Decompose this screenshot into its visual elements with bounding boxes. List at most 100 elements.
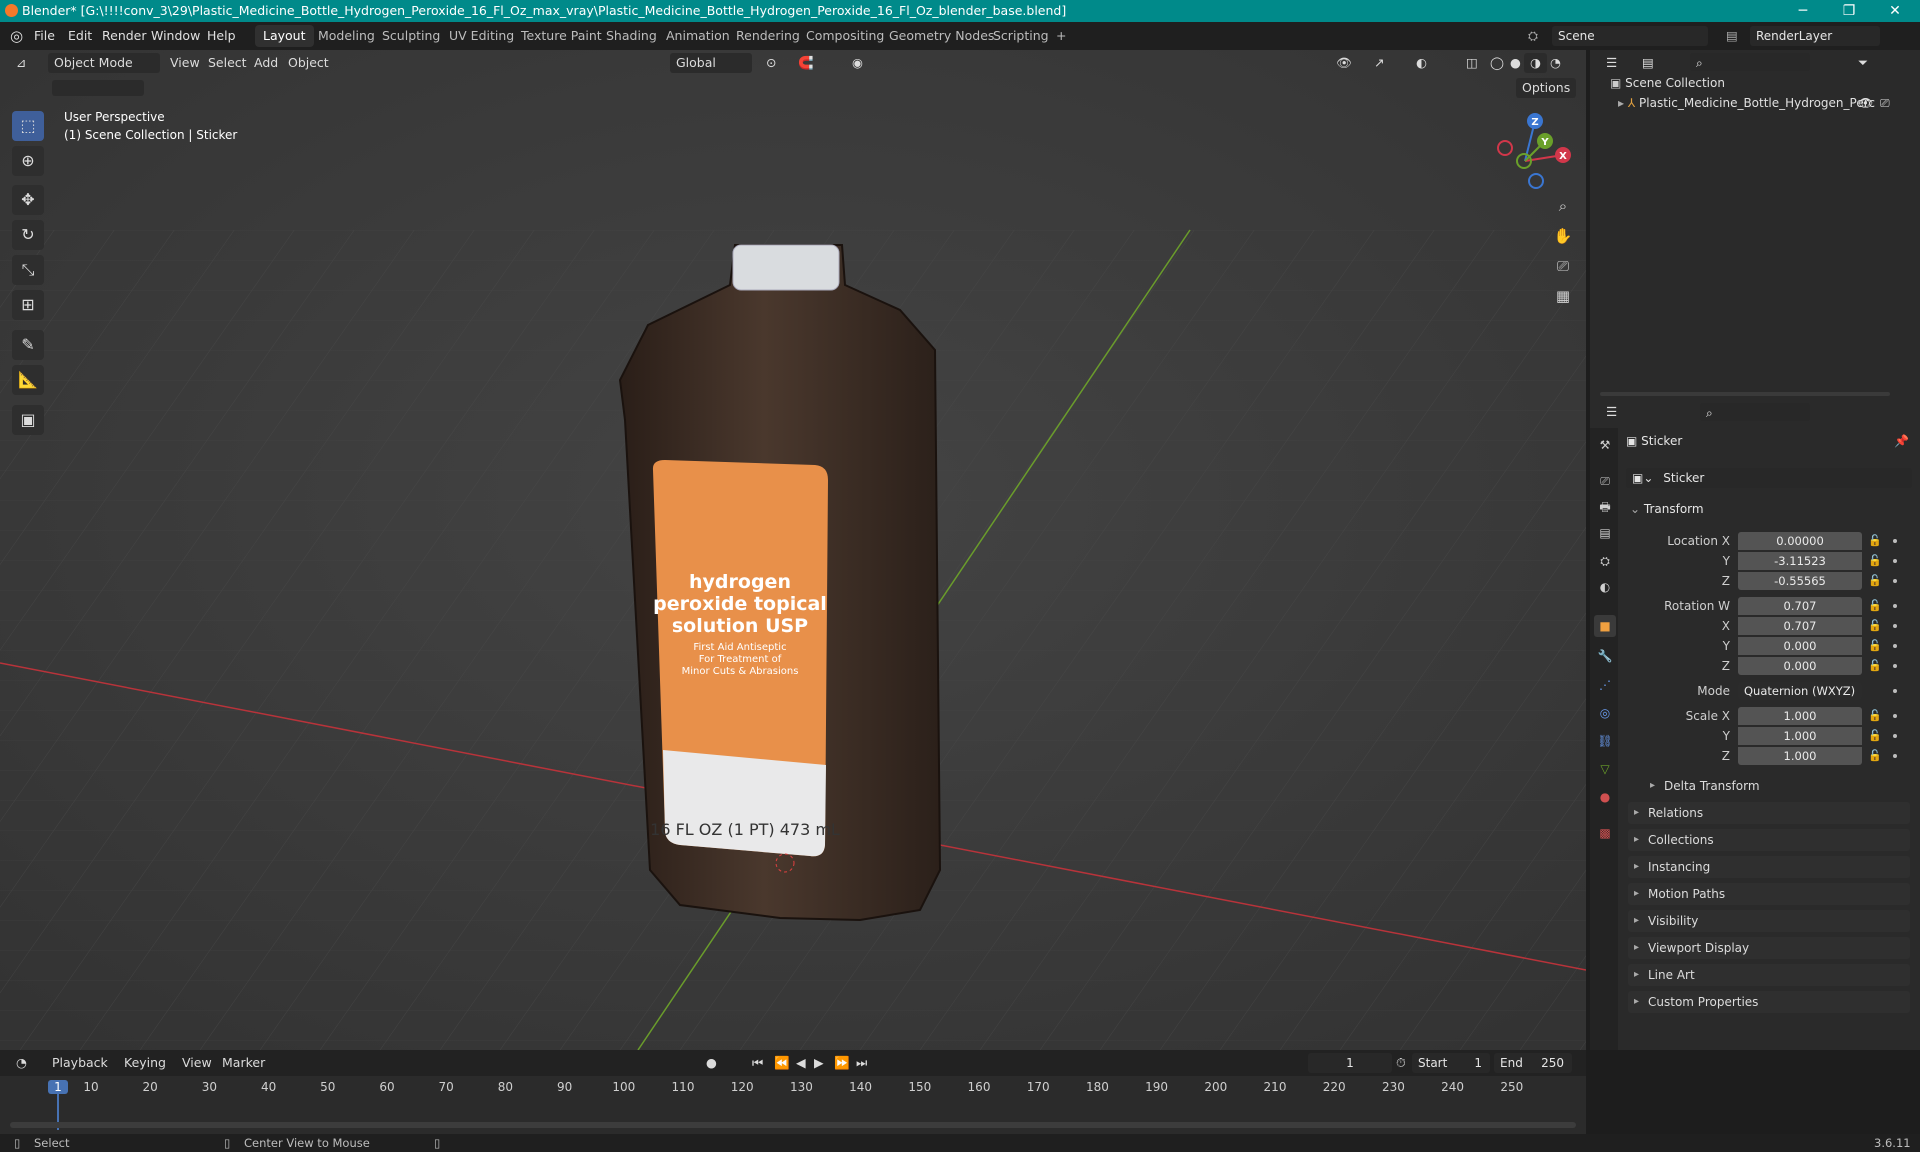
keyframe-dot-icon[interactable] (1893, 714, 1897, 718)
select-box-icon[interactable]: ⬚ (12, 111, 44, 141)
end-frame-field[interactable]: End 250 (1494, 1053, 1572, 1073)
outliner-scrollbar[interactable] (1600, 392, 1890, 396)
properties-editor-icon[interactable]: ☰ (1600, 402, 1623, 422)
output-tab-icon[interactable]: 🖶 (1594, 496, 1616, 518)
keyframe-dot-icon[interactable] (1893, 689, 1897, 693)
motion-paths-section[interactable]: ▸ Motion Paths (1628, 883, 1910, 905)
add-workspace-button[interactable]: + (1048, 25, 1074, 47)
menu-view[interactable]: View (164, 53, 206, 73)
keyframe-dot-icon[interactable] (1893, 624, 1897, 628)
keyframe-dot-icon[interactable] (1893, 644, 1897, 648)
outliner-editor-icon[interactable]: ☰ (1600, 53, 1623, 73)
scene-selector[interactable]: Scene (1552, 26, 1708, 46)
scene-collection-row[interactable]: ▣ Scene Collection (1610, 76, 1725, 90)
tab-sculpting[interactable]: Sculpting (374, 25, 448, 47)
blender-menu-icon[interactable]: ◎ (10, 22, 23, 50)
mode-selector[interactable]: Object Mode (48, 53, 160, 73)
render-layer-selector[interactable]: RenderLayer (1750, 26, 1880, 46)
rotation-w-field[interactable]: 0.707 (1738, 597, 1862, 615)
visibility-eye-icon[interactable]: 👁 (1858, 96, 1873, 110)
keyframe-dot-icon[interactable] (1893, 734, 1897, 738)
display-mode-icon[interactable]: ▤ (1636, 53, 1660, 73)
viewport-display-section[interactable]: ▸ Viewport Display (1628, 937, 1910, 959)
timeline-scrollbar[interactable] (10, 1122, 1576, 1128)
scale-icon[interactable]: ⤡ (12, 255, 44, 285)
location-y-field[interactable]: -3.11523 (1738, 552, 1862, 570)
modifier-tab-icon[interactable]: 🔧 (1594, 645, 1616, 667)
tab-texture-paint[interactable]: Texture Paint (513, 25, 610, 47)
menu-edit[interactable]: Edit (68, 22, 92, 50)
timeline-editor-icon[interactable]: ◔ (10, 1053, 33, 1073)
lock-icon[interactable]: 🔓 (1868, 619, 1882, 632)
overlay-toggle-icon[interactable]: ◐ (1410, 53, 1433, 73)
menu-keying[interactable]: Keying (118, 1053, 172, 1073)
lock-icon[interactable]: 🔓 (1868, 554, 1882, 567)
lock-icon[interactable]: 🔓 (1868, 749, 1882, 762)
lock-icon[interactable]: 🔓 (1868, 574, 1882, 587)
menu-render[interactable]: Render (102, 22, 147, 50)
3d-viewport[interactable]: hydrogen peroxide topical solution USP Fir… (0, 50, 1586, 1050)
relations-section[interactable]: ▸ Relations (1628, 802, 1910, 824)
xray-icon[interactable]: ◫ (1460, 53, 1484, 73)
lock-icon[interactable]: 🔓 (1868, 659, 1882, 672)
tool-tab-icon[interactable]: ⚒ (1594, 434, 1616, 456)
pin-icon[interactable]: 📌 (1894, 434, 1909, 448)
cursor-icon[interactable]: ⊕ (12, 146, 44, 176)
rotation-x-field[interactable]: 0.707 (1738, 617, 1862, 635)
add-cube-icon[interactable]: ▣ (12, 405, 44, 435)
constraints-tab-icon[interactable]: ⛓ (1594, 730, 1616, 752)
tab-compositing[interactable]: Compositing (798, 25, 892, 47)
transform-icon[interactable]: ⊞ (12, 290, 44, 320)
ortho-grid-icon[interactable]: ▦ (1549, 282, 1577, 310)
visibility-icon[interactable]: 👁 (1330, 53, 1358, 73)
visibility-section[interactable]: ▸ Visibility (1628, 910, 1910, 932)
lock-icon[interactable]: 🔓 (1868, 729, 1882, 742)
select-mode-buttons[interactable] (52, 80, 144, 96)
current-frame-field[interactable]: 1 (1308, 1053, 1392, 1073)
menu-marker[interactable]: Marker (216, 1053, 271, 1073)
location-z-field[interactable]: -0.55565 (1738, 572, 1862, 590)
rotation-y-field[interactable]: 0.000 (1738, 637, 1862, 655)
properties-search-input[interactable]: ⌕ (1700, 403, 1810, 421)
measure-icon[interactable]: 📐 (12, 365, 44, 395)
tab-rendering[interactable]: Rendering (728, 25, 808, 47)
record-icon[interactable]: ● (700, 1053, 723, 1073)
menu-window[interactable]: Window (151, 22, 200, 50)
move-icon[interactable]: ✥ (12, 185, 44, 215)
collections-section[interactable]: ▸ Collections (1628, 829, 1910, 851)
options-button[interactable]: Options (1516, 78, 1577, 98)
tab-layout[interactable]: Layout (255, 25, 314, 47)
scale-x-field[interactable]: 1.000 (1738, 707, 1862, 725)
menu-file[interactable]: File (34, 22, 55, 50)
rotation-mode-dropdown[interactable]: Quaternion (WXYZ) (1738, 682, 1862, 700)
expand-chevron-icon[interactable]: ▸ (1618, 96, 1624, 110)
tab-modeling[interactable]: Modeling (310, 25, 383, 47)
lock-icon[interactable]: 🔓 (1868, 709, 1882, 722)
scale-y-field[interactable]: 1.000 (1738, 727, 1862, 745)
tab-shading[interactable]: Shading (598, 25, 665, 47)
menu-timeline-view[interactable]: View (176, 1053, 218, 1073)
object-tab-icon[interactable]: ■ (1594, 615, 1616, 637)
scene-tab-icon[interactable]: ⛭ (1594, 550, 1616, 572)
orientation-selector[interactable]: Global (670, 53, 752, 73)
tab-uv-editing[interactable]: UV Editing (441, 25, 522, 47)
jump-end-icon[interactable]: ⏭ (850, 1053, 873, 1073)
particles-tab-icon[interactable]: ⋰ (1594, 674, 1616, 696)
data-tab-icon[interactable]: ▽ (1594, 758, 1616, 780)
lock-icon[interactable]: 🔓 (1868, 534, 1882, 547)
location-x-field[interactable]: 0.00000 (1738, 532, 1862, 550)
rotate-icon[interactable]: ↻ (12, 220, 44, 250)
keyframe-dot-icon[interactable] (1893, 664, 1897, 668)
play-icon[interactable]: ▶ (808, 1053, 830, 1073)
tab-animation[interactable]: Animation (658, 25, 738, 47)
lock-icon[interactable]: 🔓 (1868, 639, 1882, 652)
jump-start-icon[interactable]: ⏮ (746, 1053, 769, 1073)
close-button[interactable]: ✕ (1872, 0, 1918, 22)
rotation-z-field[interactable]: 0.000 (1738, 657, 1862, 675)
menu-add[interactable]: Add (248, 53, 284, 73)
shading-rendered-icon[interactable]: ◔ (1544, 53, 1567, 73)
line-art-section[interactable]: ▸ Line Art (1628, 964, 1910, 986)
menu-select[interactable]: Select (202, 53, 253, 73)
world-tab-icon[interactable]: ◐ (1594, 576, 1616, 598)
snap-icon[interactable]: 🧲 (792, 53, 820, 73)
